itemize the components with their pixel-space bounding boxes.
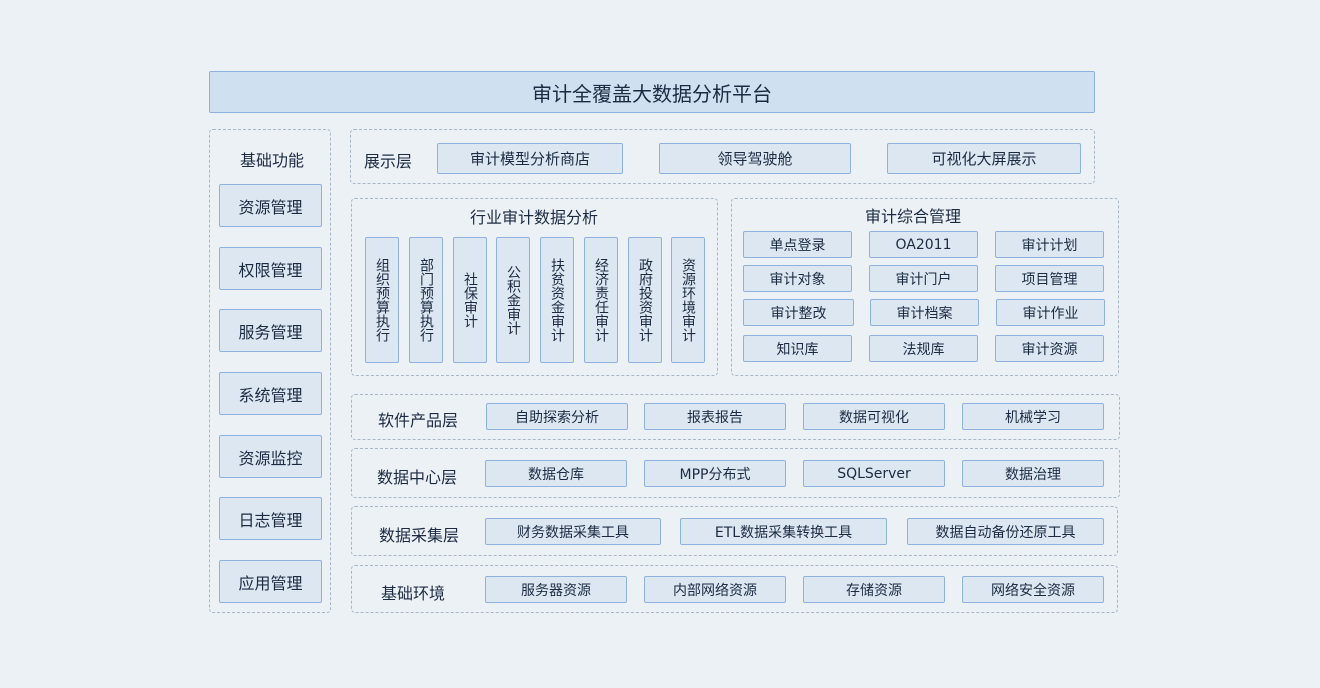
industry-item-poverty-fund[interactable]: 扶贫资金审计 — [540, 237, 574, 363]
datacenter-layer-label: 数据中心层 — [377, 468, 458, 487]
datacenter-item-sqlserver[interactable]: SQLServer — [803, 460, 945, 487]
software-item-self-exploration[interactable]: 自助探索分析 — [486, 403, 628, 430]
basic-item-service-management[interactable]: 服务管理 — [219, 309, 322, 352]
management-item-audit-resource[interactable]: 审计资源 — [995, 335, 1104, 362]
display-item-leader-cockpit[interactable]: 领导驾驶舱 — [659, 143, 851, 174]
management-item-audit-portal[interactable]: 审计门户 — [869, 265, 978, 292]
collection-item-finance-tool[interactable]: 财务数据采集工具 — [485, 518, 661, 545]
basic-item-system-management[interactable]: 系统管理 — [219, 372, 322, 415]
software-layer-label: 软件产品层 — [378, 411, 459, 430]
industry-item-economic-responsibility[interactable]: 经济责任审计 — [584, 237, 618, 363]
software-item-machine-learning[interactable]: 机械学习 — [962, 403, 1104, 430]
industry-item-gov-investment[interactable]: 政府投资审计 — [628, 237, 662, 363]
display-item-big-screen[interactable]: 可视化大屏展示 — [887, 143, 1081, 174]
basic-item-permission-management[interactable]: 权限管理 — [219, 247, 322, 290]
industry-item-dept-budget[interactable]: 部门预算执行 — [409, 237, 443, 363]
management-item-regulation-base[interactable]: 法规库 — [869, 335, 978, 362]
management-item-audit-object[interactable]: 审计对象 — [743, 265, 852, 292]
management-header: 审计综合管理 — [865, 207, 962, 226]
industry-item-resource-environment[interactable]: 资源环境审计 — [671, 237, 705, 363]
management-item-audit-archive[interactable]: 审计档案 — [870, 299, 979, 326]
management-item-audit-rectification[interactable]: 审计整改 — [743, 299, 854, 326]
management-item-audit-operation[interactable]: 审计作业 — [996, 299, 1105, 326]
platform-title: 审计全覆盖大数据分析平台 — [209, 71, 1095, 113]
infra-layer-label: 基础环境 — [381, 584, 446, 603]
management-item-audit-plan[interactable]: 审计计划 — [995, 231, 1104, 258]
software-item-data-visualization[interactable]: 数据可视化 — [803, 403, 945, 430]
management-item-knowledge-base[interactable]: 知识库 — [743, 335, 852, 362]
basic-item-application-management[interactable]: 应用管理 — [219, 560, 322, 603]
industry-analysis-header: 行业审计数据分析 — [470, 208, 599, 227]
industry-item-housing-fund[interactable]: 公积金审计 — [496, 237, 530, 363]
infra-item-network-security[interactable]: 网络安全资源 — [962, 576, 1104, 603]
management-item-oa2011[interactable]: OA2011 — [869, 231, 978, 258]
collection-item-backup-tool[interactable]: 数据自动备份还原工具 — [907, 518, 1104, 545]
management-item-project-management[interactable]: 项目管理 — [995, 265, 1104, 292]
basic-item-resource-management[interactable]: 资源管理 — [219, 184, 322, 227]
management-item-sso[interactable]: 单点登录 — [743, 231, 852, 258]
display-item-model-store[interactable]: 审计模型分析商店 — [437, 143, 623, 174]
basic-item-resource-monitoring[interactable]: 资源监控 — [219, 435, 322, 478]
collection-item-etl-tool[interactable]: ETL数据采集转换工具 — [680, 518, 887, 545]
infra-item-internal-network[interactable]: 内部网络资源 — [644, 576, 786, 603]
basic-item-log-management[interactable]: 日志管理 — [219, 497, 322, 540]
software-item-reports[interactable]: 报表报告 — [644, 403, 786, 430]
industry-item-social-security[interactable]: 社保审计 — [453, 237, 487, 363]
infra-item-storage[interactable]: 存储资源 — [803, 576, 945, 603]
display-layer-label: 展示层 — [364, 152, 413, 171]
datacenter-item-data-warehouse[interactable]: 数据仓库 — [485, 460, 627, 487]
basic-functions-header: 基础功能 — [240, 151, 305, 170]
industry-item-org-budget[interactable]: 组织预算执行 — [365, 237, 399, 363]
datacenter-item-data-governance[interactable]: 数据治理 — [962, 460, 1104, 487]
datacenter-item-mpp[interactable]: MPP分布式 — [644, 460, 786, 487]
collection-layer-label: 数据采集层 — [379, 526, 460, 545]
infra-item-server[interactable]: 服务器资源 — [485, 576, 627, 603]
